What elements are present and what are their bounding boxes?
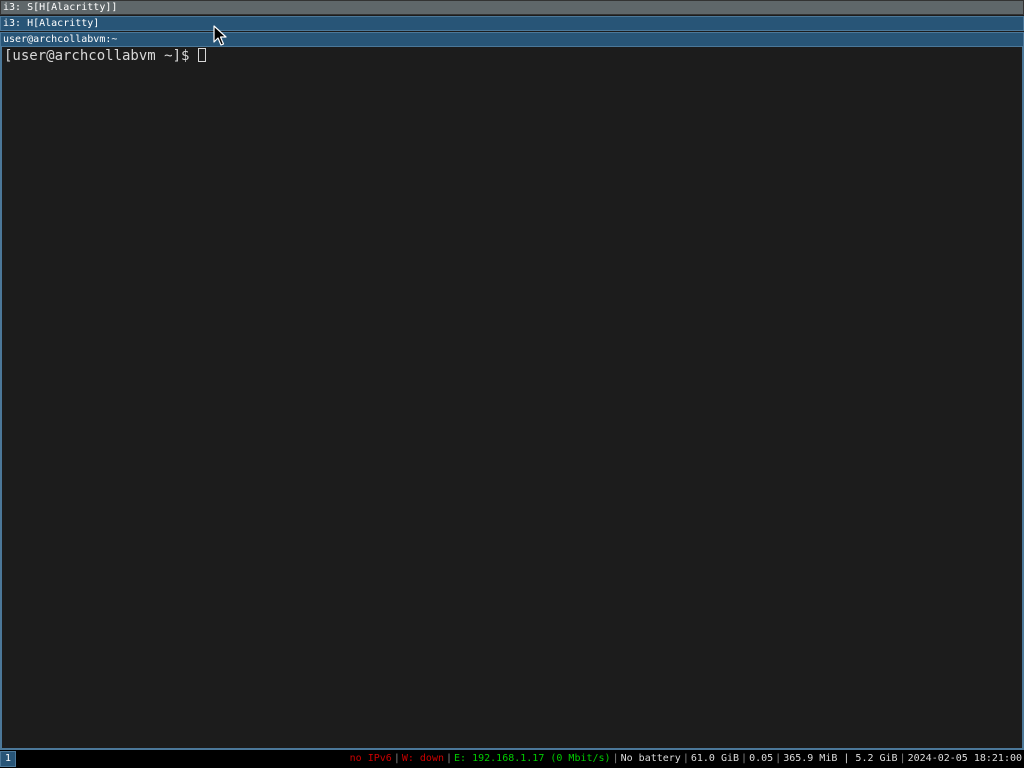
- window-title-terminal[interactable]: user@archcollabvm:~: [0, 32, 1024, 47]
- status-load: 0.05: [749, 753, 774, 764]
- terminal-window[interactable]: [user@archcollabvm ~]$: [0, 47, 1024, 750]
- outer-container-title: i3: S[H[Alacritty]]: [3, 2, 118, 13]
- terminal-cursor: [198, 48, 207, 62]
- inner-container-title: i3: H[Alacritty]: [3, 18, 100, 29]
- terminal-prompt-line[interactable]: [user@archcollabvm ~]$: [4, 48, 207, 64]
- status-datetime: 2024-02-05 18:21:00: [907, 753, 1022, 764]
- status-ethernet: E: 192.168.1.17 (0 Mbit/s): [454, 753, 611, 764]
- status-memory: 365.9 MiB | 5.2 GiB: [783, 753, 898, 764]
- window-title-outer-container[interactable]: i3: S[H[Alacritty]]: [0, 0, 1024, 15]
- mouse-pointer-icon: [213, 25, 227, 46]
- status-battery: No battery: [620, 753, 681, 764]
- status-disk: 61.0 GiB: [690, 753, 740, 764]
- terminal-prompt: [user@archcollabvm ~]$: [4, 48, 190, 64]
- terminal-window-title: user@archcollabvm:~: [3, 34, 118, 45]
- status-wireless: W: down: [401, 753, 444, 764]
- status-ipv6: no IPv6: [349, 753, 392, 764]
- window-title-inner-container[interactable]: i3: H[Alacritty]: [0, 16, 1024, 31]
- workspace-button-1[interactable]: 1: [0, 751, 16, 767]
- status-line: no IPv6 | W: down | E: 192.168.1.17 (0 M…: [348, 750, 1024, 768]
- i3-status-bar: 1 no IPv6 | W: down | E: 192.168.1.17 (0…: [0, 750, 1024, 768]
